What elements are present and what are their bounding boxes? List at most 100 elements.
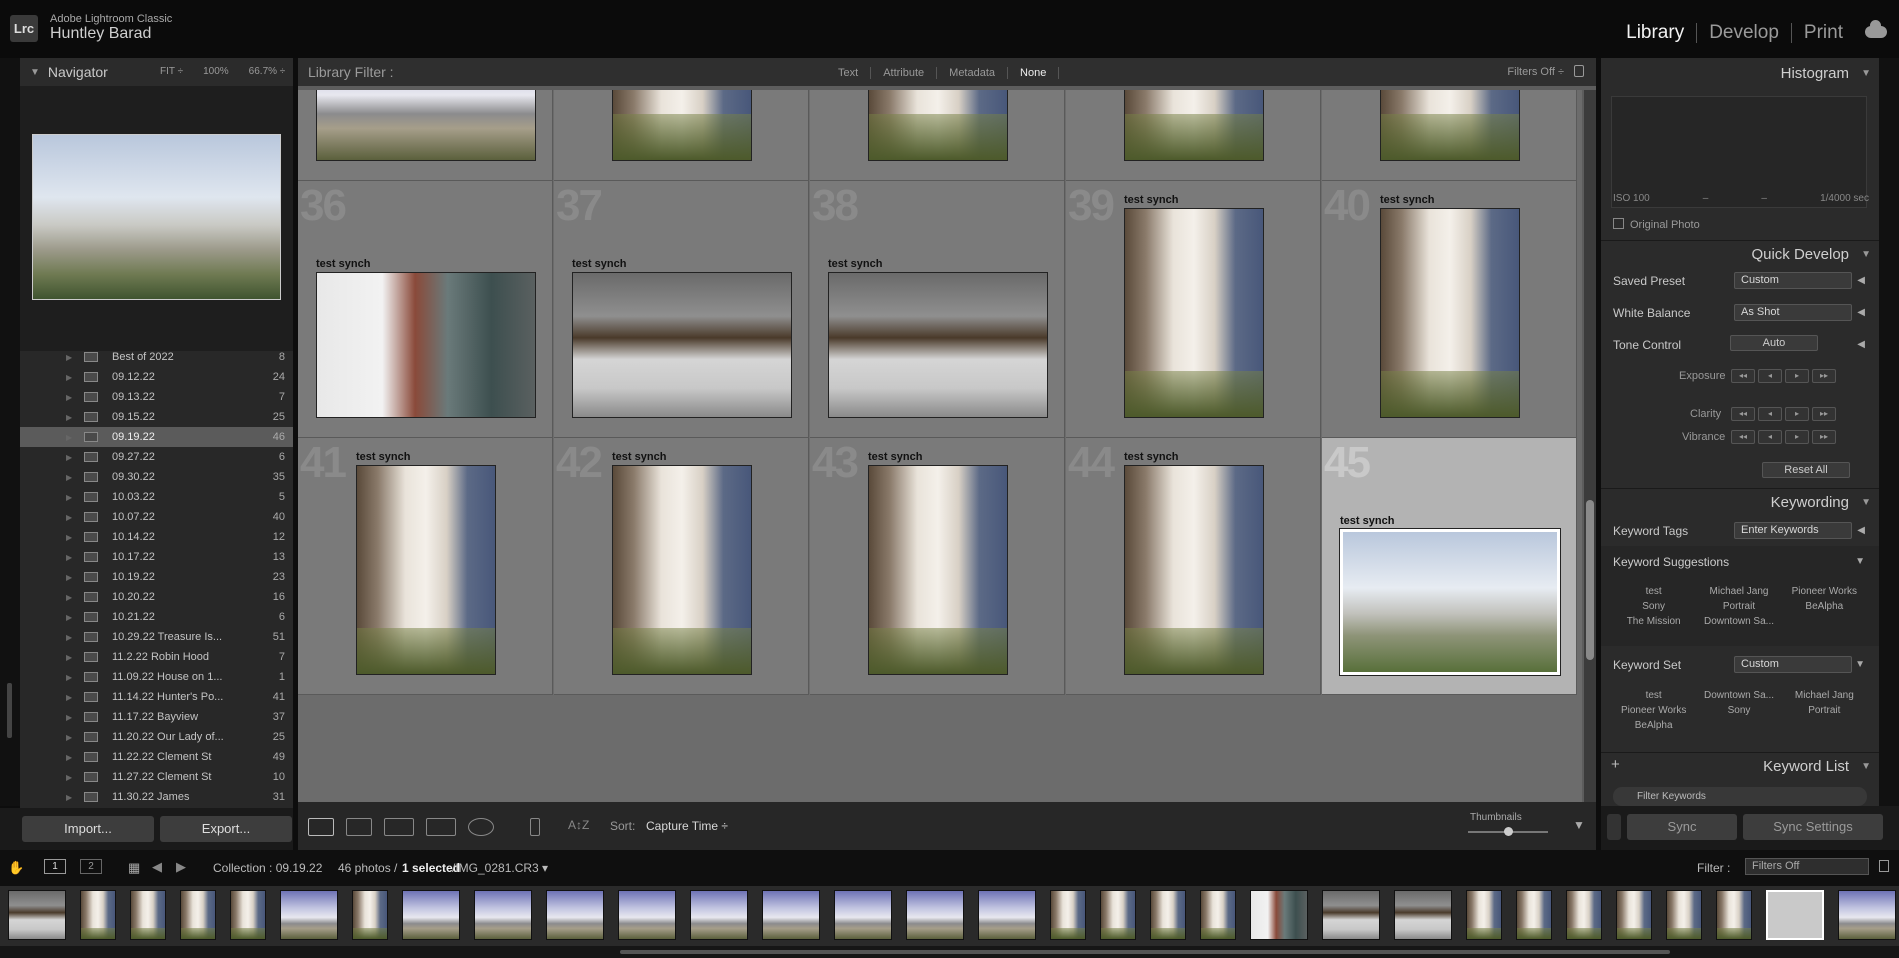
filter-tab-none[interactable]: None <box>1008 67 1060 79</box>
filmstrip-source[interactable]: Collection : 09.19.22 <box>213 861 322 875</box>
histogram-header[interactable]: Histogram <box>1601 60 1879 88</box>
collection-item[interactable]: ▶ 09.30.22 35 <box>20 467 293 487</box>
keyword-suggestion[interactable]: Michael Jang <box>1696 586 1781 597</box>
collection-item[interactable]: ▶ 09.19.22 46 <box>20 427 293 447</box>
vibrance-increase[interactable]: ▸ <box>1785 430 1809 444</box>
grid-view-icon[interactable] <box>308 818 334 836</box>
loupe-view-icon[interactable] <box>346 818 372 836</box>
disclosure-triangle-icon[interactable]: ▶ <box>66 493 72 502</box>
collection-item[interactable]: ▶ 09.27.22 6 <box>20 447 293 467</box>
vibrance-decrease-large[interactable]: ◂◂ <box>1731 430 1755 444</box>
filmstrip-filter-dropdown[interactable]: Filters Off <box>1745 858 1869 875</box>
keyword-set-item[interactable]: Michael Jang <box>1782 690 1867 701</box>
clarity-increase[interactable]: ▸ <box>1785 407 1809 421</box>
filter-tab-attribute[interactable]: Attribute <box>871 67 938 79</box>
filmstrip-scrollbar[interactable] <box>0 946 1899 958</box>
sync-settings-button[interactable]: Sync Settings <box>1743 814 1883 840</box>
exposure-decrease-large[interactable]: ◂◂ <box>1731 369 1755 383</box>
auto-tone-button[interactable]: Auto <box>1730 335 1818 351</box>
filmstrip-thumbnail[interactable] <box>230 890 266 940</box>
toolbar-menu-chevron-icon[interactable]: ▼ <box>1573 818 1585 832</box>
filmstrip-thumbnail[interactable] <box>1666 890 1702 940</box>
filmstrip-thumbnail[interactable] <box>1566 890 1602 940</box>
keyword-set-item[interactable]: BeAlpha <box>1611 720 1696 731</box>
exposure-increase[interactable]: ▸ <box>1785 369 1809 383</box>
keyword-suggestion[interactable] <box>1782 616 1867 627</box>
grid-cell-selected[interactable]: 45 test synch <box>1322 438 1577 695</box>
thumbnail-size-knob[interactable] <box>1504 827 1513 836</box>
disclosure-triangle-icon[interactable]: ▶ <box>66 553 72 562</box>
keyword-set-item[interactable] <box>1696 720 1781 731</box>
keyword-suggestion[interactable]: Portrait <box>1696 601 1781 612</box>
grid-icon[interactable]: ▦ <box>128 860 140 876</box>
keyword-suggestion[interactable]: Downtown Sa... <box>1696 616 1781 627</box>
disclosure-triangle-icon[interactable]: ▶ <box>66 613 72 622</box>
filmstrip-thumbnail[interactable] <box>130 890 166 940</box>
grid-cell[interactable]: 36 test synch <box>298 181 553 438</box>
photo-thumbnail[interactable] <box>612 90 752 161</box>
painter-icon[interactable] <box>530 818 540 836</box>
original-photo-checkbox[interactable]: Original Photo <box>1613 218 1700 231</box>
filmstrip-scrollbar-thumb[interactable] <box>620 950 1670 954</box>
filmstrip-thumbnail[interactable] <box>1050 890 1086 940</box>
grid-cell[interactable]: 44 test synch <box>1066 438 1321 695</box>
filmstrip-thumbnail[interactable] <box>906 890 964 940</box>
photo-thumbnail[interactable] <box>1124 208 1264 418</box>
photo-thumbnail[interactable] <box>1380 208 1520 418</box>
expand-arrow-icon[interactable]: ◀ <box>1857 307 1865 318</box>
filmstrip-thumbnail[interactable] <box>1394 890 1452 940</box>
photo-thumbnail[interactable] <box>1380 90 1520 161</box>
photo-thumbnail[interactable] <box>828 272 1048 418</box>
sort-dropdown[interactable]: Capture Time ÷ <box>646 819 728 833</box>
filmstrip-thumbnail[interactable] <box>80 890 116 940</box>
sort-direction-icon[interactable]: A↕Z <box>568 818 598 836</box>
keyword-list-header[interactable]: Keyword List <box>1601 752 1879 781</box>
grid-scrollbar[interactable] <box>1584 90 1596 802</box>
grid-cell[interactable]: 40 test synch <box>1322 181 1577 438</box>
keywording-header[interactable]: Keywording <box>1601 488 1879 517</box>
disclosure-triangle-icon[interactable]: ▶ <box>66 353 72 362</box>
collection-item[interactable]: ▶ 10.29.22 Treasure Is... 51 <box>20 627 293 647</box>
collapse-triangle-icon[interactable]: ▼ <box>1855 659 1865 670</box>
lock-icon[interactable] <box>1879 860 1889 872</box>
collection-item[interactable]: ▶ 10.20.22 16 <box>20 587 293 607</box>
expand-arrow-icon[interactable]: ◀ <box>1857 275 1865 286</box>
collection-item[interactable]: ▶ 10.03.22 5 <box>20 487 293 507</box>
collection-item[interactable]: ▶ 11.17.22 Bayview 37 <box>20 707 293 727</box>
keyword-suggestion[interactable]: The Mission <box>1611 616 1696 627</box>
zoom-fit[interactable]: FIT ÷ <box>160 66 183 77</box>
grid-cell[interactable] <box>810 90 1065 181</box>
filmstrip-thumbnail[interactable] <box>1838 890 1896 940</box>
filmstrip-thumbnail[interactable] <box>1716 890 1752 940</box>
photo-thumbnail[interactable] <box>356 465 496 675</box>
keyword-set-item[interactable]: Portrait <box>1782 705 1867 716</box>
disclosure-triangle-icon[interactable]: ▶ <box>66 453 72 462</box>
filmstrip-thumbnail[interactable] <box>280 890 338 940</box>
filmstrip-thumbnail[interactable] <box>1150 890 1186 940</box>
disclosure-triangle-icon[interactable]: ▶ <box>66 513 72 522</box>
collection-item[interactable]: ▶ 11.27.22 Clement St 10 <box>20 767 293 787</box>
filmstrip-thumbnail[interactable] <box>1516 890 1552 940</box>
disclosure-triangle-icon[interactable]: ▶ <box>66 653 72 662</box>
collapse-triangle-icon[interactable]: ▼ <box>1855 556 1865 567</box>
keyword-suggestion[interactable]: Pioneer Works <box>1782 586 1867 597</box>
keyword-set-item[interactable]: Sony <box>1696 705 1781 716</box>
disclosure-triangle-icon[interactable]: ▶ <box>66 633 72 642</box>
exposure-increase-large[interactable]: ▸▸ <box>1812 369 1836 383</box>
forward-arrow-icon[interactable]: ▶ <box>176 859 186 875</box>
selected-filename[interactable]: /IMG_0281.CR3 ▾ <box>452 861 548 875</box>
sync-button[interactable]: Sync <box>1627 814 1737 840</box>
grid-cell[interactable] <box>1322 90 1577 181</box>
keyword-suggestion[interactable]: test <box>1611 586 1696 597</box>
disclosure-triangle-icon[interactable]: ▶ <box>66 393 72 402</box>
clarity-decrease[interactable]: ◂ <box>1758 407 1782 421</box>
disclosure-triangle-icon[interactable]: ▶ <box>66 533 72 542</box>
collection-item[interactable]: ▶ 11.22.22 Clement St 49 <box>20 747 293 767</box>
second-window-button[interactable]: 2 <box>80 859 102 874</box>
filmstrip-thumbnail[interactable] <box>1200 890 1236 940</box>
disclosure-triangle-icon[interactable]: ▶ <box>66 773 72 782</box>
photo-thumbnail[interactable] <box>1124 465 1264 675</box>
grid-cell[interactable]: 38 test synch <box>810 181 1065 438</box>
main-window-button[interactable]: 1 <box>44 859 66 874</box>
secondary-display-icon[interactable]: ✋ <box>8 860 24 876</box>
